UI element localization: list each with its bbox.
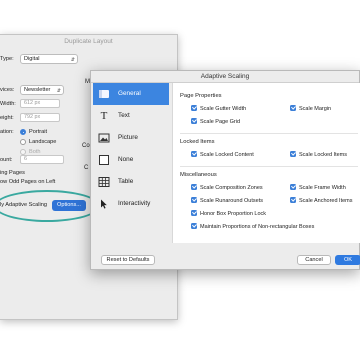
height-input[interactable]: 792 px <box>20 113 60 122</box>
miscellaneous-heading: Miscellaneous <box>180 172 217 178</box>
checkmark-icon <box>191 210 197 216</box>
side-letter-c: C <box>84 165 89 171</box>
none-icon <box>98 154 110 166</box>
scale-gutter-width-checkbox[interactable]: Scale Gutter Width <box>191 105 246 112</box>
landscape-label: Landscape <box>29 139 57 145</box>
sidebar-item-picture[interactable]: Picture <box>93 127 169 149</box>
checkmark-icon <box>191 223 197 229</box>
scale-locked-items-checkbox[interactable]: Scale Locked Items <box>290 151 347 158</box>
checkmark-icon <box>191 184 197 190</box>
width-label: Width: <box>0 101 16 107</box>
adaptive-scaling-title: Adaptive Scaling <box>91 71 359 83</box>
width-input[interactable]: 612 px <box>20 99 60 108</box>
picture-icon <box>98 132 110 144</box>
sidebar-item-text[interactable]: T Text <box>93 105 169 127</box>
adaptive-scaling-dialog: Adaptive Scaling General T Text Picture … <box>90 70 360 270</box>
table-icon <box>98 176 110 188</box>
sidebar-item-label: Picture <box>118 134 138 141</box>
odd-pages-label: ow Odd Pages on Left <box>0 179 56 185</box>
checkbox-label: Scale Locked Items <box>299 152 347 158</box>
portrait-label: Portrait <box>29 129 48 135</box>
maintain-proportions-checkbox[interactable]: Maintain Proportions of Non-rectangular … <box>191 223 314 230</box>
sidebar-item-label: Interactivity <box>118 200 151 207</box>
general-icon <box>98 88 110 100</box>
checkmark-icon <box>191 197 197 203</box>
checkmark-icon <box>191 151 197 157</box>
sidebar-item-interactivity[interactable]: Interactivity <box>93 193 169 215</box>
scale-anchored-items-checkbox[interactable]: Scale Anchored Items <box>290 197 353 204</box>
cancel-button[interactable]: Cancel <box>297 255 331 265</box>
checkmark-icon <box>290 197 296 203</box>
category-sidebar: General T Text Picture None Table Intera… <box>91 83 169 243</box>
sidebar-item-label: Text <box>118 112 130 119</box>
devices-value: Newsletter <box>24 87 51 93</box>
checkbox-label: Scale Anchored Items <box>299 198 353 204</box>
sidebar-item-label: None <box>118 156 134 163</box>
checkbox-label: Scale Locked Content <box>200 152 254 158</box>
type-select[interactable]: Digital ⇵ <box>20 54 78 64</box>
scale-margin-checkbox[interactable]: Scale Margin <box>290 105 331 112</box>
sidebar-item-label: General <box>118 90 141 97</box>
count-label: ount: <box>0 157 13 163</box>
checkmark-icon <box>290 105 296 111</box>
portrait-radio[interactable] <box>20 129 26 135</box>
checkbox-label: Maintain Proportions of Non-rectangular … <box>200 224 315 230</box>
sidebar-item-table[interactable]: Table <box>93 171 169 193</box>
orientation-label: ation: <box>0 129 14 135</box>
checkbox-label: Scale Page Grid <box>200 119 241 125</box>
checkbox-label: Scale Runaround Outsets <box>200 198 263 204</box>
page-properties-heading: Page Properties <box>180 93 222 99</box>
sidebar-item-general[interactable]: General <box>93 83 169 105</box>
text-icon: T <box>100 110 108 122</box>
checkbox-label: Scale Composition Zones <box>200 185 263 191</box>
divider <box>180 166 358 167</box>
scale-locked-content-checkbox[interactable]: Scale Locked Content <box>191 151 254 158</box>
checkmark-icon <box>290 184 296 190</box>
chevron-updown-icon: ⇵ <box>56 88 61 94</box>
divider <box>180 133 358 134</box>
checkbox-label: Scale Frame Width <box>299 185 346 191</box>
devices-select[interactable]: Newsletter ⇵ <box>20 85 64 95</box>
sidebar-item-none[interactable]: None <box>93 149 169 171</box>
duplicate-layout-title: Duplicate Layout <box>64 38 113 45</box>
honor-box-proportion-lock-checkbox[interactable]: Honor Box Proportion Lock <box>191 210 266 217</box>
scale-frame-width-checkbox[interactable]: Scale Frame Width <box>290 184 346 191</box>
checkmark-icon <box>191 105 197 111</box>
sidebar-item-label: Table <box>118 178 134 185</box>
checkbox-label: Scale Margin <box>299 106 332 112</box>
type-value: Digital <box>24 56 40 62</box>
facing-pages-label: ing Pages <box>0 170 25 176</box>
count-input[interactable]: 6 <box>20 155 64 164</box>
ok-button[interactable]: OK <box>335 255 360 265</box>
side-letter-co: Co <box>82 143 90 149</box>
scale-page-grid-checkbox[interactable]: Scale Page Grid <box>191 118 240 125</box>
reset-to-defaults-button[interactable]: Reset to Defaults <box>101 255 155 265</box>
devices-label: vices: <box>0 87 15 93</box>
type-label: Type: <box>0 56 14 62</box>
settings-panel: Page Properties Scale Gutter Width Scale… <box>172 83 360 243</box>
checkbox-label: Honor Box Proportion Lock <box>200 211 267 217</box>
scale-composition-zones-checkbox[interactable]: Scale Composition Zones <box>191 184 263 191</box>
checkmark-icon <box>191 118 197 124</box>
locked-items-heading: Locked Items <box>180 139 215 145</box>
interactivity-icon <box>98 198 110 210</box>
scale-runaround-outsets-checkbox[interactable]: Scale Runaround Outsets <box>191 197 263 204</box>
chevron-updown-icon: ⇵ <box>70 57 75 63</box>
checkbox-label: Scale Gutter Width <box>200 106 247 112</box>
landscape-radio[interactable] <box>20 139 26 145</box>
checkmark-icon <box>290 151 296 157</box>
height-label: eight: <box>0 115 14 121</box>
